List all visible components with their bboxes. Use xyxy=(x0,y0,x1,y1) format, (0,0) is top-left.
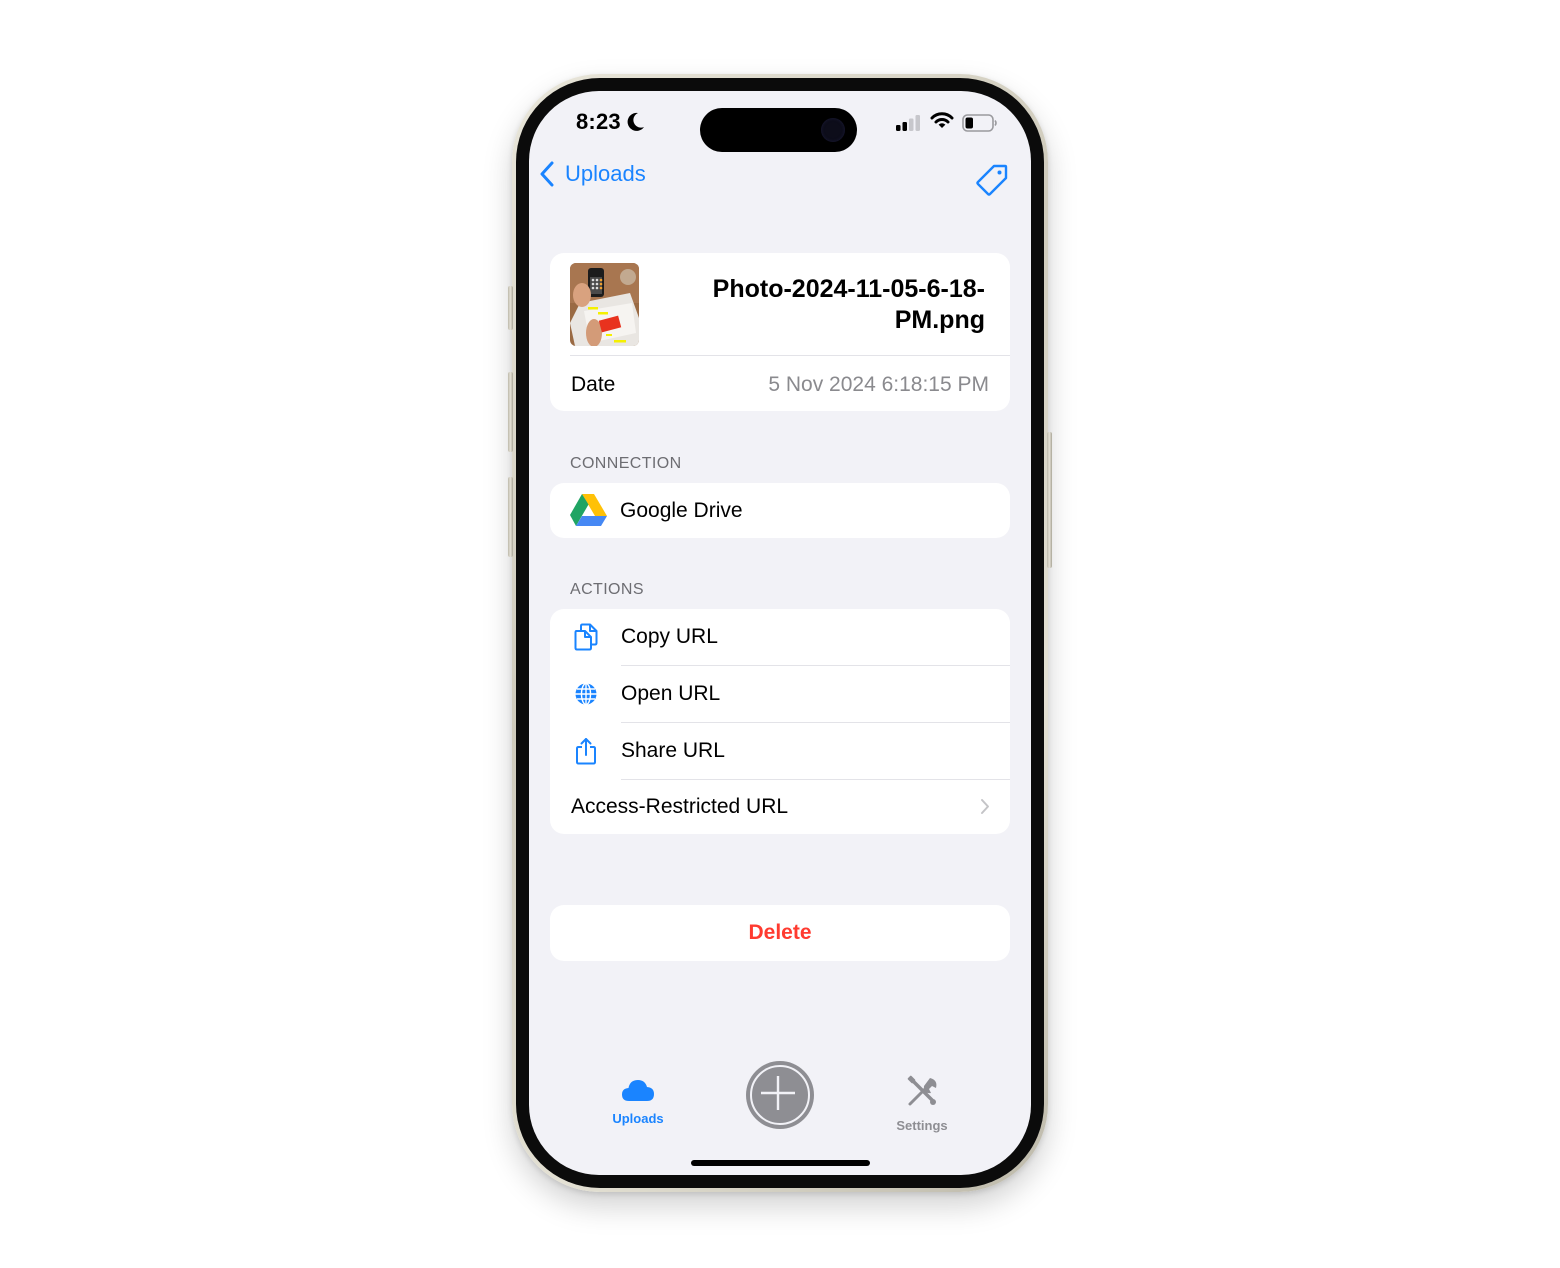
file-name: Photo-2024-11-05-6-18-PM.png xyxy=(712,275,985,334)
chevron-right-icon xyxy=(981,799,989,814)
date-value: 5 Nov 2024 6:18:15 PM xyxy=(768,373,989,396)
status-time: 8:23 xyxy=(576,109,621,134)
file-info-card: Photo-2024-11-05-6-18-PM.png Date 5 Nov … xyxy=(550,253,1010,411)
tab-uploads[interactable]: Uploads xyxy=(599,1078,677,1126)
copy-icon xyxy=(572,623,600,651)
phone-screen: 8:23 Uploads Photo-2024-11-05-6-18-PM.pn… xyxy=(529,91,1031,1175)
power-button xyxy=(1047,432,1052,568)
access-restricted-url-label: Access-Restricted URL xyxy=(571,795,789,818)
google-drive-icon xyxy=(570,494,607,526)
connection-card[interactable]: Google Drive xyxy=(550,483,1010,538)
back-button[interactable]: Uploads xyxy=(539,161,646,187)
connection-service-name: Google Drive xyxy=(620,499,743,522)
cloud-icon xyxy=(622,1080,654,1101)
cellular-signal-icon xyxy=(896,115,920,131)
tab-uploads-label: Uploads xyxy=(612,1111,664,1126)
back-button-label: Uploads xyxy=(565,161,646,186)
moon-icon xyxy=(627,112,644,131)
action-button xyxy=(508,286,513,330)
tab-settings[interactable]: Settings xyxy=(883,1075,961,1133)
photo-thumbnail-image xyxy=(570,263,639,346)
battery-icon xyxy=(962,114,997,132)
actions-section-header: ACTIONS xyxy=(570,581,644,598)
photo-thumbnail[interactable] xyxy=(570,263,639,346)
globe-icon xyxy=(572,680,600,708)
add-upload-button[interactable] xyxy=(746,1061,814,1129)
plus-circle-icon xyxy=(750,1065,810,1125)
open-url-label: Open URL xyxy=(621,682,721,705)
wrench-screwdriver-icon xyxy=(907,1075,937,1106)
home-indicator[interactable] xyxy=(691,1160,870,1166)
divider xyxy=(570,355,1010,356)
share-icon xyxy=(572,737,600,765)
dynamic-island xyxy=(700,108,857,152)
copy-url-button[interactable]: Copy URL xyxy=(550,609,1010,665)
chevron-left-icon xyxy=(540,161,554,187)
actions-card: Copy URL Open URL Share URL Access-Restr… xyxy=(550,609,1010,834)
share-url-button[interactable]: Share URL xyxy=(550,723,1010,779)
delete-button[interactable]: Delete xyxy=(550,905,1010,961)
delete-label: Delete xyxy=(748,921,812,944)
volume-up-button xyxy=(508,372,513,452)
tag-icon[interactable] xyxy=(975,163,1009,197)
copy-url-label: Copy URL xyxy=(621,625,718,648)
wifi-icon xyxy=(930,112,954,128)
date-label: Date xyxy=(571,373,616,396)
front-camera xyxy=(821,118,845,142)
connection-section-header: CONNECTION xyxy=(570,455,682,472)
open-url-button[interactable]: Open URL xyxy=(550,666,1010,722)
tab-settings-label: Settings xyxy=(896,1118,948,1133)
share-url-label: Share URL xyxy=(621,739,725,762)
access-restricted-url-row[interactable]: Access-Restricted URL xyxy=(550,779,1010,834)
volume-down-button xyxy=(508,477,513,557)
